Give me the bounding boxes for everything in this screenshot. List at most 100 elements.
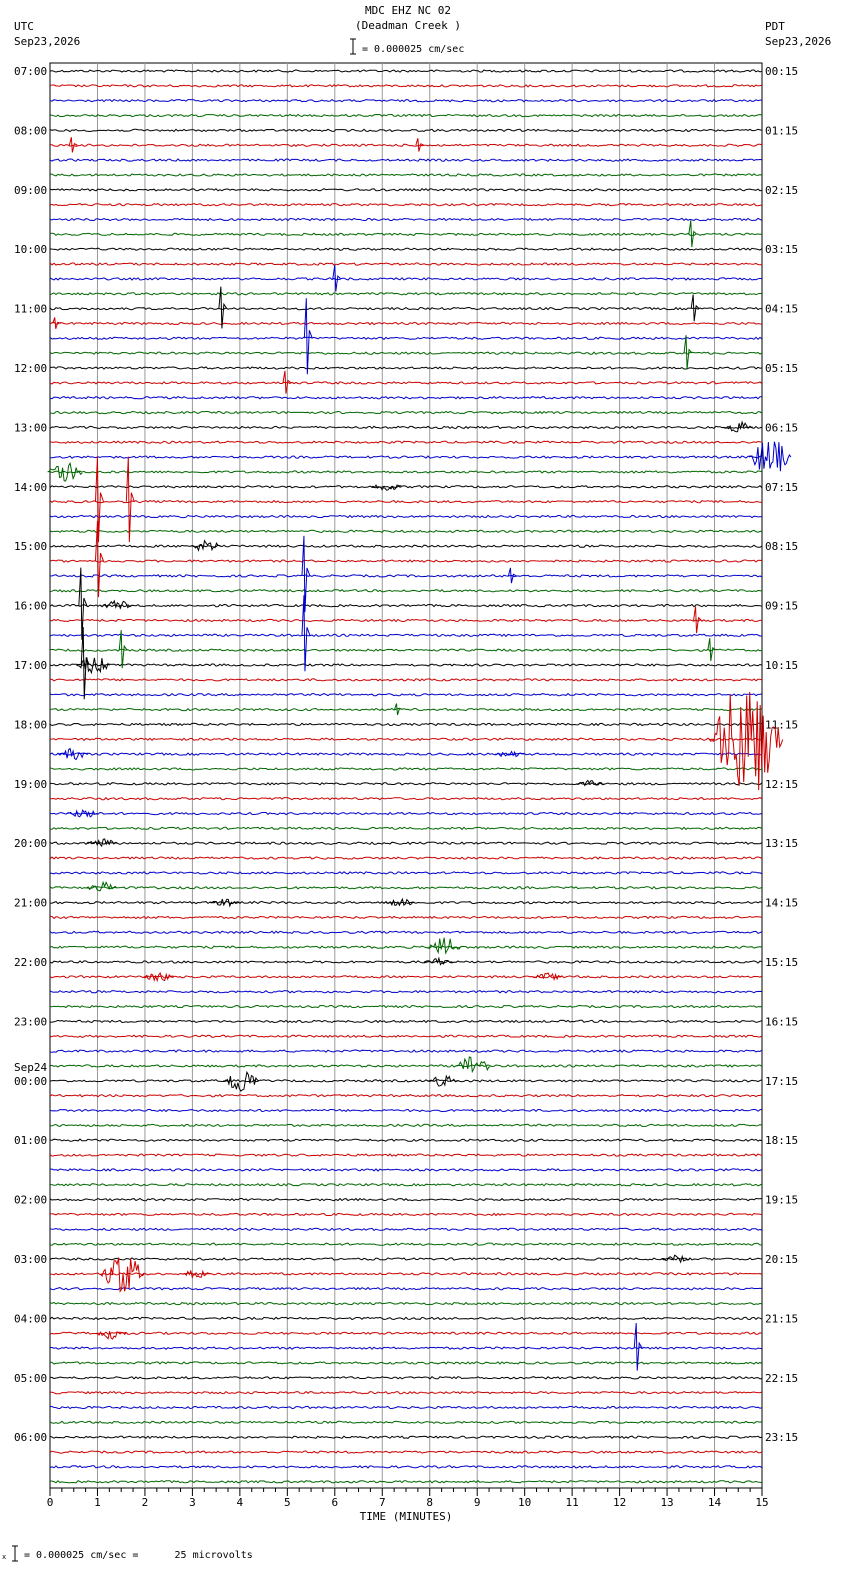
x-tick-label: 14	[708, 1496, 722, 1509]
trace-line	[49, 633, 763, 638]
x-tick-label: 11	[566, 1496, 579, 1509]
trace-line	[49, 1465, 763, 1469]
trace-line	[49, 1123, 763, 1128]
right-hour-label: 10:15	[765, 659, 798, 672]
trace-line	[49, 395, 762, 400]
trace-line	[49, 574, 763, 578]
right-hour-label: 05:15	[765, 362, 798, 375]
left-hour-label: 03:00	[14, 1253, 47, 1266]
trace-line	[49, 856, 763, 860]
left-hour-label: 23:00	[14, 1015, 47, 1028]
left-hour-label: 12:00	[14, 362, 47, 375]
trace-line	[49, 455, 762, 459]
trace-line	[49, 1079, 763, 1083]
left-hour-label: 17:00	[14, 659, 47, 672]
trace-line	[49, 529, 763, 534]
event-waveform	[455, 1056, 491, 1074]
left-hour-label: 14:00	[14, 481, 47, 494]
event-waveform	[57, 747, 89, 761]
event-waveform	[428, 1074, 459, 1087]
event-waveform	[218, 286, 228, 329]
trace-line	[49, 1049, 763, 1053]
trace-line	[49, 975, 763, 979]
x-tick-label: 13	[660, 1496, 673, 1509]
trace-line	[50, 143, 763, 147]
event-waveform	[94, 521, 104, 598]
left-hour-label: 22:00	[14, 956, 47, 969]
right-hour-label: 18:15	[765, 1134, 798, 1147]
trace-line	[49, 1064, 763, 1068]
right-hour-label: 07:15	[765, 481, 798, 494]
trace-line	[49, 1316, 763, 1321]
x-tick-label: 15	[755, 1496, 768, 1509]
trace-line	[49, 589, 763, 593]
trace-line	[49, 559, 763, 563]
trace-line	[49, 410, 763, 415]
right-hour-label: 20:15	[765, 1253, 798, 1266]
trace-line	[49, 336, 763, 341]
trace-line	[49, 1227, 763, 1232]
trace-line	[49, 648, 763, 652]
trace-line	[49, 1019, 763, 1024]
x-tick-label: 1	[94, 1496, 101, 1509]
left-hour-label: 20:00	[14, 837, 47, 850]
trace-line	[49, 1331, 763, 1335]
left-hour-label: 05:00	[14, 1372, 47, 1385]
trace-line	[49, 737, 763, 741]
event-waveform	[190, 539, 222, 552]
right-hour-label: 08:15	[765, 540, 798, 553]
event-waveform	[708, 691, 784, 791]
trace-line	[49, 1168, 763, 1172]
trace-line	[49, 499, 763, 504]
right-hour-label: 01:15	[765, 124, 798, 137]
trace-line	[49, 485, 763, 489]
left-hour-label: 07:00	[14, 65, 47, 78]
trace-line	[49, 1257, 763, 1261]
trace-line	[49, 960, 763, 964]
trace-line	[49, 425, 763, 430]
trace-line	[49, 1450, 763, 1454]
trace-line	[49, 930, 763, 935]
x-tick-label: 9	[474, 1496, 481, 1509]
trace-line	[49, 158, 763, 162]
event-waveform	[86, 880, 117, 892]
trace-line	[49, 782, 763, 786]
right-hour-label: 13:15	[765, 837, 798, 850]
trace-line	[49, 915, 763, 920]
right-hour-label: 09:15	[765, 600, 798, 613]
left-hour-label: 21:00	[14, 897, 47, 910]
svg-text:x: x	[2, 1553, 6, 1561]
trace-line	[50, 1346, 763, 1350]
right-hour-label: 04:15	[765, 303, 798, 316]
trace-line	[49, 826, 763, 831]
right-hour-label: 02:15	[765, 184, 798, 197]
trace-line	[49, 871, 763, 875]
day-marker-label: Sep24	[14, 1061, 47, 1074]
event-waveform	[494, 750, 524, 758]
trace-line	[49, 841, 763, 845]
trace-line	[49, 707, 763, 712]
trace-line	[49, 173, 763, 177]
trace-line	[49, 128, 763, 133]
event-waveform	[427, 937, 462, 955]
trace-line	[49, 1212, 763, 1217]
event-waveform	[693, 606, 702, 634]
trace-line	[49, 811, 763, 816]
trace-line	[49, 514, 763, 519]
trace-line	[49, 351, 763, 355]
right-hour-label: 14:15	[765, 897, 798, 910]
left-hour-label: 01:00	[14, 1134, 47, 1147]
trace-line	[49, 989, 763, 994]
right-hour-label: 15:15	[765, 956, 798, 969]
right-hour-label: 21:15	[765, 1312, 798, 1325]
trace-line	[49, 945, 763, 949]
trace-line	[49, 1301, 763, 1306]
footer-scale-bar-icon: x	[2, 1545, 18, 1562]
trace-line	[50, 232, 763, 237]
trace-line	[49, 618, 763, 623]
trace-line	[49, 84, 763, 88]
x-tick-label: 10	[518, 1496, 531, 1509]
right-hour-label: 22:15	[765, 1372, 798, 1385]
x-tick-label: 2	[142, 1496, 149, 1509]
trace-line	[49, 1108, 763, 1113]
